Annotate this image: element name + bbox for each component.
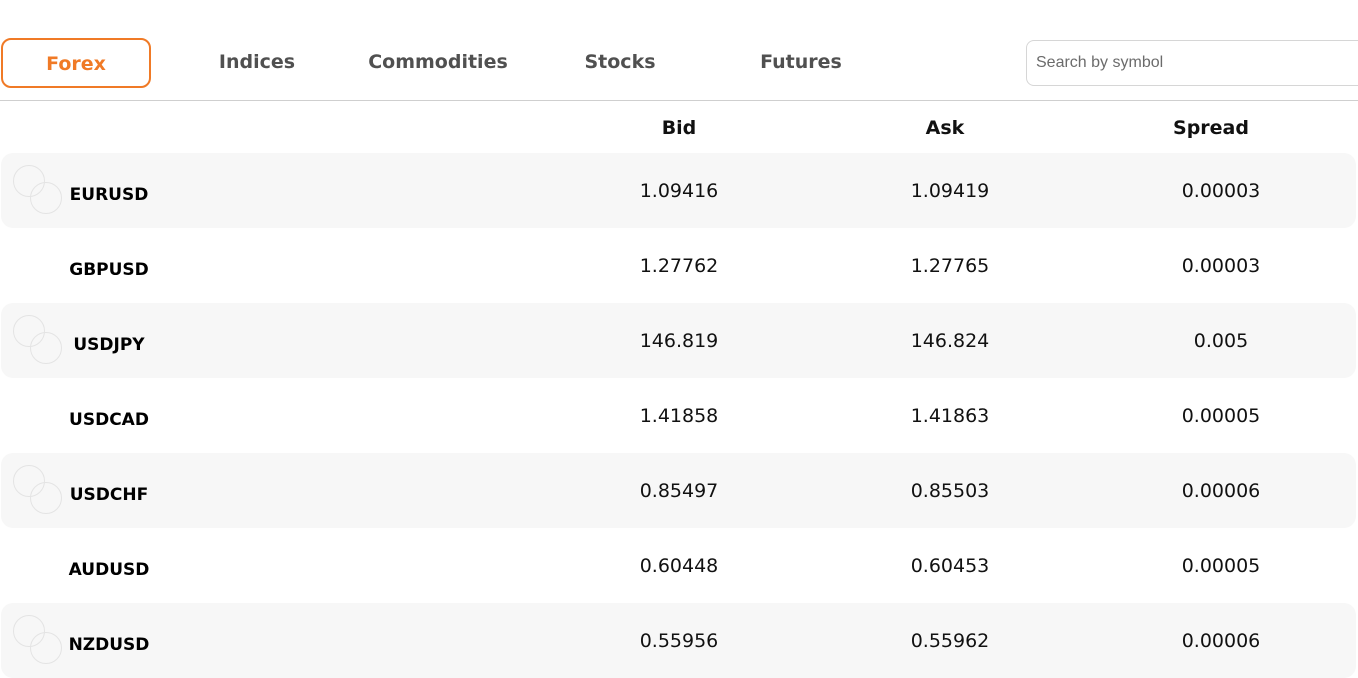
column-header-ask: Ask: [925, 117, 965, 139]
bid-cell: 1.09416: [639, 180, 719, 202]
ask-cell: 146.824: [910, 330, 990, 352]
table-row[interactable]: USDCHF 0.85497 0.85503 0.00006: [1, 453, 1356, 528]
spread-cell: 0.00006: [1181, 630, 1261, 652]
bid-cell: 1.41858: [639, 405, 719, 427]
tab-commodities[interactable]: Commodities: [362, 38, 514, 88]
ask-cell: 1.41863: [910, 405, 990, 427]
spread-cell: 0.00003: [1181, 255, 1261, 277]
bid-cell: 146.819: [639, 330, 719, 352]
ask-cell: 1.27765: [910, 255, 990, 277]
market-tabs-bar: Forex Indices Commodities Stocks Futures: [0, 0, 1358, 101]
tab-futures[interactable]: Futures: [740, 38, 862, 88]
column-header-spread: Spread: [1173, 117, 1249, 139]
symbol-cell: USDCAD: [69, 410, 149, 430]
table-row[interactable]: AUDUSD 0.60448 0.60453 0.00005: [1, 528, 1356, 603]
spread-cell: 0.00006: [1181, 480, 1261, 502]
symbol-cell: EURUSD: [69, 185, 149, 205]
ask-cell: 0.60453: [910, 555, 990, 577]
table-row[interactable]: GBPUSD 1.27762 1.27765 0.00003: [1, 228, 1356, 303]
bid-cell: 1.27762: [639, 255, 719, 277]
spread-cell: 0.005: [1193, 330, 1249, 352]
search-input[interactable]: [1027, 41, 1336, 85]
spread-cell: 0.00005: [1181, 405, 1261, 427]
bid-cell: 0.85497: [639, 480, 719, 502]
table-row[interactable]: USDCAD 1.41858 1.41863 0.00005: [1, 378, 1356, 453]
symbol-cell: USDJPY: [73, 335, 145, 355]
spread-cell: 0.00005: [1181, 555, 1261, 577]
quotes-table: EURUSD 1.09416 1.09419 0.00003 GBPUSD 1.…: [1, 153, 1356, 678]
search-box: [1026, 40, 1358, 86]
bid-cell: 0.55956: [639, 630, 719, 652]
ask-cell: 0.55962: [910, 630, 990, 652]
bid-cell: 0.60448: [639, 555, 719, 577]
spread-cell: 0.00003: [1181, 180, 1261, 202]
ask-cell: 0.85503: [910, 480, 990, 502]
column-header-bid: Bid: [661, 117, 697, 139]
symbol-cell: NZDUSD: [68, 635, 150, 655]
symbol-cell: GBPUSD: [69, 260, 149, 280]
tab-forex[interactable]: Forex: [1, 38, 151, 88]
table-row[interactable]: NZDUSD 0.55956 0.55962 0.00006: [1, 603, 1356, 678]
symbol-cell: USDCHF: [69, 485, 149, 505]
table-row[interactable]: USDJPY 146.819 146.824 0.005: [1, 303, 1356, 378]
symbol-cell: AUDUSD: [68, 560, 150, 580]
tab-stocks[interactable]: Stocks: [570, 38, 670, 88]
ask-cell: 1.09419: [910, 180, 990, 202]
table-row[interactable]: EURUSD 1.09416 1.09419 0.00003: [1, 153, 1356, 228]
tab-indices[interactable]: Indices: [198, 38, 316, 88]
